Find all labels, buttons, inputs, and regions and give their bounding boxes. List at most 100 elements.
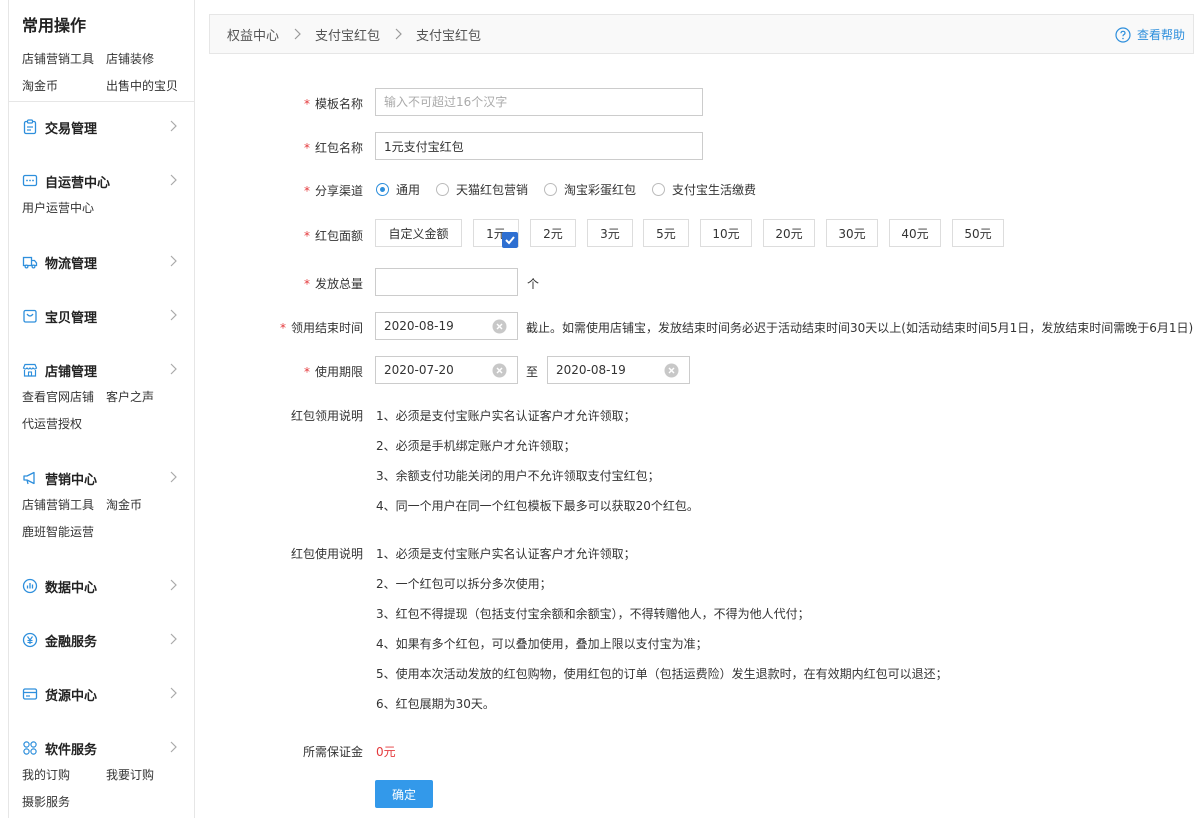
claim-desc-line: 3、余额支付功能关闭的用户不允许领取支付宝红包；	[376, 469, 660, 483]
common-link[interactable]: 出售中的宝贝	[106, 73, 190, 100]
amount-50-button[interactable]: 50元	[952, 219, 1004, 247]
sidebar-link[interactable]: 代运营授权	[22, 411, 82, 438]
date-value: 2020-07-20	[384, 363, 454, 377]
sidebar-item-label: 店铺管理	[45, 364, 98, 380]
radio-label: 淘宝彩蛋红包	[564, 183, 637, 197]
total-input[interactable]	[375, 268, 518, 296]
help-link[interactable]: 查看帮助	[1115, 26, 1185, 43]
sidebar-item-marketing[interactable]: 营销中心	[9, 466, 194, 490]
radio-label: 天猫红包营销	[456, 183, 529, 197]
radio-checked-icon	[376, 183, 389, 196]
use-desc-label: 红包使用说明	[290, 547, 363, 561]
use-desc-line: 2、一个红包可以拆分多次使用；	[376, 577, 552, 591]
channel-label: * 分享渠道	[303, 184, 363, 198]
confirm-button[interactable]: 确定	[375, 780, 433, 808]
sidebar-item-supply[interactable]: 货源中心	[9, 682, 194, 706]
sidebar-item-items[interactable]: 宝贝管理	[9, 304, 194, 328]
breadcrumb-item[interactable]: 权益中心	[227, 25, 279, 44]
claim-desc-label: 红包领用说明	[290, 409, 363, 423]
claim-desc-line: 2、必须是手机绑定账户才允许领取；	[376, 439, 576, 453]
use-desc-line: 4、如果有多个红包，可以叠加使用，叠加上限以支付宝为准；	[376, 637, 708, 651]
use-desc-line: 6、红包展期为30天。	[376, 697, 495, 711]
claim-end-date-input[interactable]: 2020-08-19	[375, 312, 518, 340]
sidebar-item-label: 交易管理	[45, 121, 98, 137]
sidebar-item-software[interactable]: 软件服务	[9, 736, 194, 760]
date-value: 2020-08-19	[384, 319, 454, 333]
amount-2-button[interactable]: 2元	[530, 219, 576, 247]
clear-icon[interactable]	[492, 363, 507, 378]
radio-icon	[436, 183, 449, 196]
sidebar-item-label: 营销中心	[45, 472, 98, 488]
sidebar-section-items: 宝贝管理	[9, 304, 194, 328]
deposit-label: 所需保证金	[302, 745, 363, 759]
sidebar-item-self-operation[interactable]: 自运营中心	[9, 169, 194, 193]
clear-icon[interactable]	[492, 319, 507, 334]
template-name-input[interactable]	[375, 88, 703, 116]
channel-radio-tmall[interactable]: 天猫红包营销	[436, 181, 528, 198]
sidebar-item-data[interactable]: 数据中心	[9, 574, 194, 598]
channel-radio-general[interactable]: 通用	[376, 181, 420, 198]
amount-custom-button[interactable]: 自定义金额	[375, 219, 462, 247]
breadcrumb-item[interactable]: 支付宝红包	[315, 25, 380, 44]
sidebar-link[interactable]: 摄影服务	[22, 789, 106, 816]
sidebar-link[interactable]: 客户之声	[106, 384, 154, 411]
sidebar-item-trade[interactable]: 交易管理	[9, 115, 194, 139]
amount-40-button[interactable]: 40元	[889, 219, 941, 247]
chevron-right-icon	[170, 363, 177, 375]
claim-end-label: * 领用结束时间	[279, 321, 363, 335]
total-label: * 发放总量	[303, 277, 363, 291]
radio-icon	[652, 183, 665, 196]
amount-3-button[interactable]: 3元	[587, 219, 633, 247]
radio-icon	[544, 183, 557, 196]
common-operations: 常用操作 店铺营销工具 店铺装修 淘金币 出售中的宝贝	[9, 0, 194, 102]
date-range-separator: 至	[526, 365, 539, 379]
clipboard-icon	[22, 119, 38, 135]
amount-5-button[interactable]: 5元	[643, 219, 689, 247]
common-link[interactable]: 淘金币	[22, 73, 106, 100]
sidebar-item-finance[interactable]: 金融服务	[9, 628, 194, 652]
use-desc-line: 3、红包不得提现（包括支付宝余额和余额宝），不得转赠他人，不得为他人代付；	[376, 607, 810, 621]
sidebar-item-logistics[interactable]: 物流管理	[9, 250, 194, 274]
sidebar-link[interactable]: 我要订购	[106, 762, 190, 789]
sidebar-section-software: 软件服务 我的订购 我要订购 摄影服务	[9, 736, 194, 816]
sidebar-item-label: 金融服务	[45, 634, 98, 650]
deposit-value: 0元	[376, 745, 396, 759]
apps-icon	[22, 740, 38, 756]
radio-label: 支付宝生活缴费	[672, 183, 757, 197]
megaphone-icon	[22, 470, 38, 486]
channel-radio-taobao-egg[interactable]: 淘宝彩蛋红包	[544, 181, 636, 198]
amount-30-button[interactable]: 30元	[826, 219, 878, 247]
amount-10-button[interactable]: 10元	[700, 219, 752, 247]
use-start-date-input[interactable]: 2020-07-20	[375, 356, 518, 384]
chevron-right-icon	[170, 633, 177, 645]
sidebar-section-logistics: 物流管理	[9, 250, 194, 274]
template-name-label: * 模板名称	[303, 97, 363, 111]
amount-20-button[interactable]: 20元	[763, 219, 815, 247]
chevron-right-icon	[170, 579, 177, 591]
sidebar-item-label: 软件服务	[45, 742, 98, 758]
channel-radio-alipay-life[interactable]: 支付宝生活缴费	[652, 181, 756, 198]
yen-icon	[22, 632, 38, 648]
sidebar-link[interactable]: 用户运营中心	[22, 195, 94, 222]
common-link[interactable]: 店铺装修	[106, 46, 190, 73]
sidebar-link[interactable]: 淘金币	[106, 492, 142, 519]
sidebar-section-data: 数据中心	[9, 574, 194, 598]
chevron-right-icon	[170, 255, 177, 267]
radio-label: 通用	[396, 183, 421, 197]
packet-name-input[interactable]	[375, 132, 703, 160]
chevron-right-icon	[170, 309, 177, 321]
clear-icon[interactable]	[664, 363, 679, 378]
sidebar-link[interactable]: 我的订购	[22, 762, 106, 789]
sidebar-link[interactable]: 查看官网店铺	[22, 384, 94, 411]
total-unit: 个	[527, 277, 540, 291]
date-value: 2020-08-19	[556, 363, 626, 377]
use-desc-line: 1、必须是支付宝账户实名认证客户才允许领取；	[376, 547, 636, 561]
sidebar-link[interactable]: 鹿班智能运营	[22, 519, 94, 546]
sidebar-item-store[interactable]: 店铺管理	[9, 358, 194, 382]
sidebar-link[interactable]: 店铺营销工具	[22, 492, 94, 519]
use-end-date-input[interactable]: 2020-08-19	[547, 356, 690, 384]
chevron-right-icon	[170, 687, 177, 699]
sidebar-item-label: 宝贝管理	[45, 310, 98, 326]
sidebar-section-trade: 交易管理	[9, 115, 194, 139]
common-link[interactable]: 店铺营销工具	[22, 46, 106, 73]
